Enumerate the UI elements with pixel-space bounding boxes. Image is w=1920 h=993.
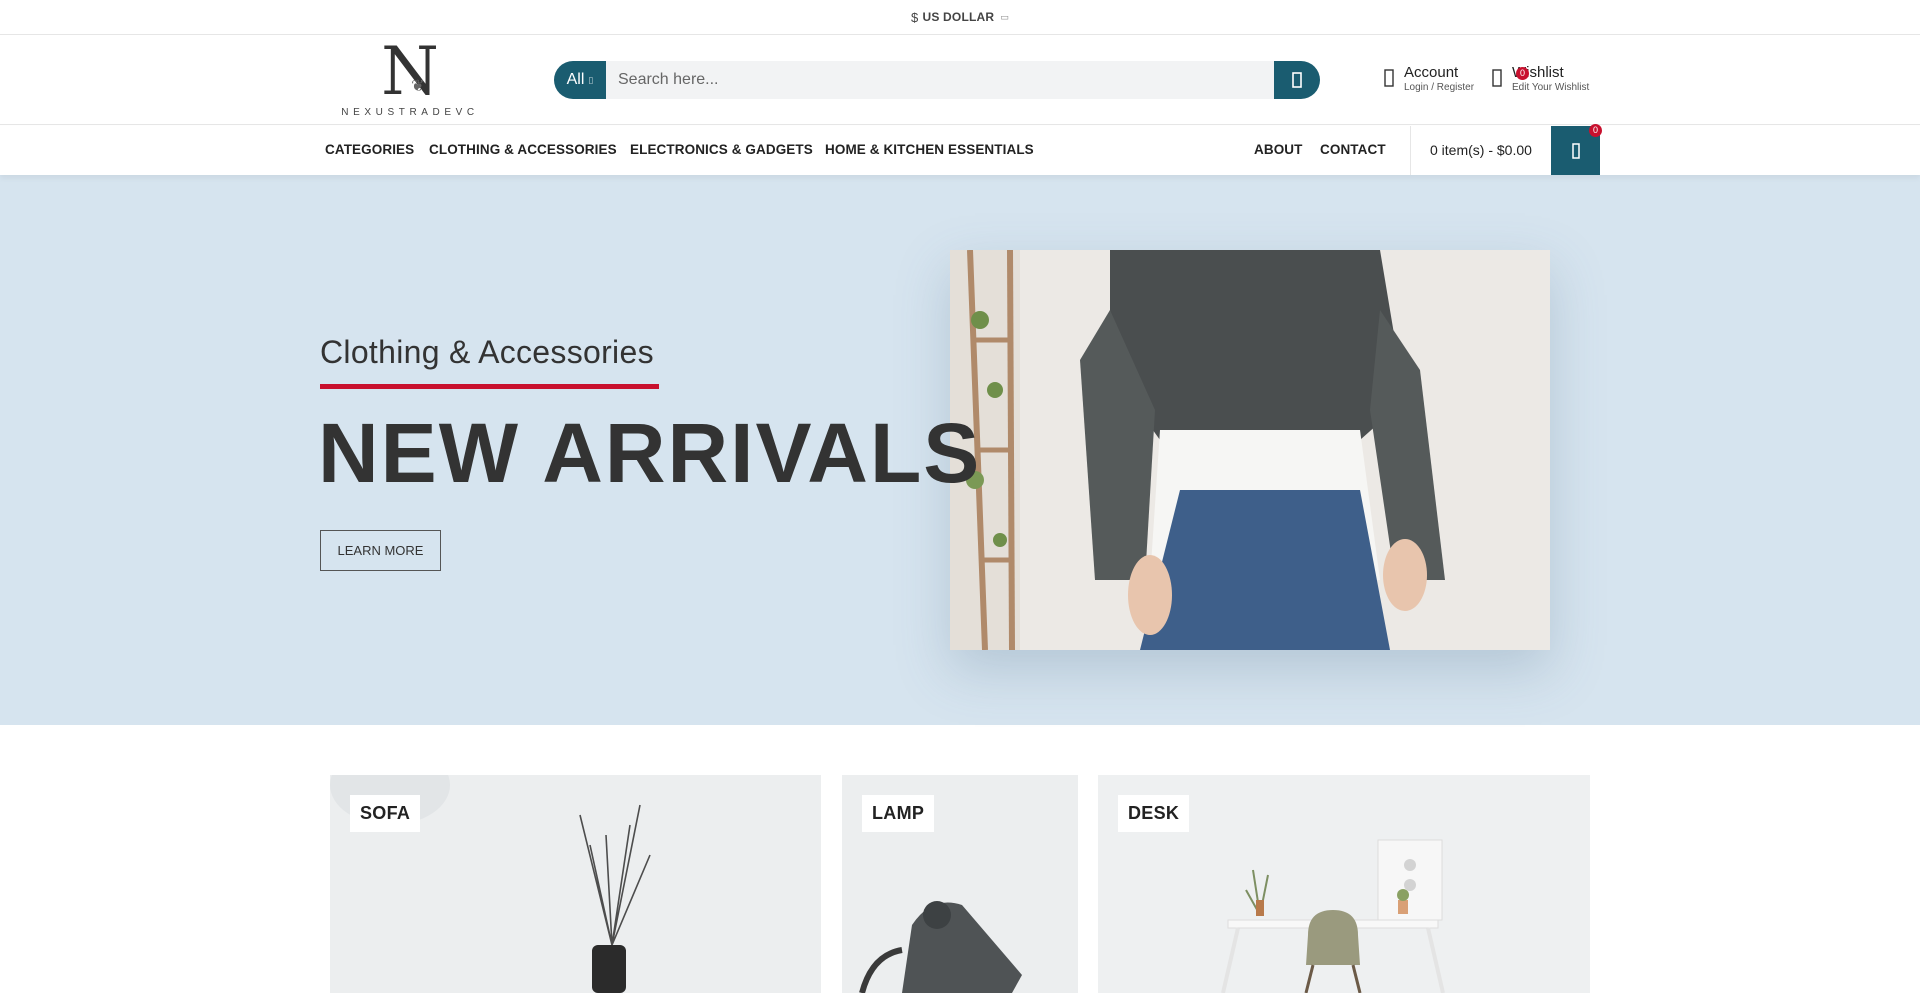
search-bar: All ▯ [554,61,1320,99]
wishlist-count-badge: 0 [1516,67,1529,80]
category-label-sofa: SOFA [350,795,421,832]
cart-icon [1571,142,1580,159]
user-icon [1384,69,1394,87]
site-header: N❦ NEXUSTRADEVC All ▯ Account Login / Re… [0,35,1920,125]
category-label-desk: DESK [1118,795,1190,832]
learn-more-button[interactable]: LEARN MORE [320,530,441,571]
cart-button[interactable]: 0 [1551,124,1602,175]
main-nav: CATEGORIES CLOTHING & ACCESSORIES ELECTR… [0,124,1920,175]
category-label-lamp: LAMP [862,795,935,832]
logo-monogram: N ❦ [381,39,439,105]
nav-item-electronics-gadgets[interactable]: ELECTRONICS & GADGETS [630,142,813,157]
chevron-down-icon: ▭ [1000,11,1009,22]
nav-divider [1410,126,1411,175]
search-button[interactable] [1274,61,1320,99]
nav-item-contact[interactable]: CONTACT [1320,142,1386,157]
wishlist-link[interactable]: 0 Wishlist Edit Your Wishlist [1492,65,1589,95]
hero-title: NEW ARRIVALS [318,406,982,500]
top-bar: $ US DOLLAR ▭ [0,0,1920,35]
currency-label: US DOLLAR [922,10,995,24]
search-category-label: All [566,71,585,88]
hero-image [950,250,1550,650]
cart-count-badge: 0 [1589,124,1602,137]
category-tile-desk[interactable]: DESK [1098,775,1590,993]
account-link[interactable]: Account Login / Register [1384,65,1474,95]
chevron-down-icon: ▯ [588,74,594,85]
hero-subtitle: Clothing & Accessories [320,334,654,370]
heart-icon [1492,69,1502,87]
search-input[interactable] [606,61,1274,99]
site-logo[interactable]: N ❦ NEXUSTRADEVC [330,39,490,121]
account-title: Account [1404,64,1459,81]
leaf-icon: ❦ [411,76,425,95]
currency-symbol: $ [911,9,919,25]
hero-banner: Clothing & Accessories NEW ARRIVALS LEAR… [0,175,1920,725]
nav-item-clothing-accessories[interactable]: CLOTHING & ACCESSORIES [429,142,617,157]
search-category-select[interactable]: All ▯ [554,61,606,99]
nav-item-home-kitchen[interactable]: HOME & KITCHEN ESSENTIALS [825,142,1034,157]
category-tile-sofa[interactable]: SOFA [330,775,821,993]
nav-item-categories[interactable]: CATEGORIES [325,142,414,157]
cart-summary[interactable]: 0 item(s) - $0.00 [1430,142,1532,158]
wishlist-subtitle: Edit Your Wishlist [1512,82,1590,93]
currency-selector[interactable]: $ US DOLLAR ▭ [911,10,1009,25]
nav-item-about[interactable]: ABOUT [1254,142,1303,157]
hero-photo-illustration [950,250,1550,650]
hero-accent-line [320,384,659,389]
category-tile-lamp[interactable]: LAMP [842,775,1078,993]
search-icon [1292,72,1302,88]
account-subtitle: Login / Register [1404,82,1475,93]
